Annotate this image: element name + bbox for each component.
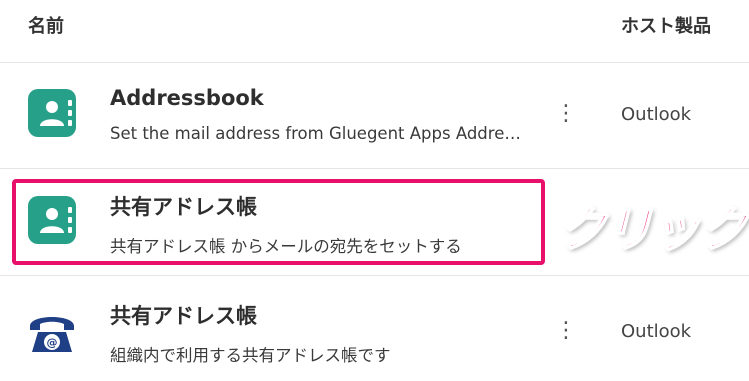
addin-title: 共有アドレス帳 (110, 304, 257, 328)
click-annotation-label: クリック (557, 201, 748, 259)
addressbook-icon (26, 87, 78, 139)
host-product: Outlook (621, 104, 692, 125)
more-options-icon[interactable]: ⋮ (555, 317, 577, 345)
highlight-box (12, 179, 545, 265)
telephone-icon: @ (26, 306, 78, 358)
addin-title: Addressbook (110, 86, 264, 110)
more-options-icon[interactable]: ⋮ (555, 100, 577, 128)
addin-list-page: 名前 ホスト製品 Addressbook Set the mail addres… (0, 0, 749, 381)
table-header: 名前 ホスト製品 (0, 0, 749, 63)
addin-description: 組織内で利用する共有アドレス帳です (110, 346, 391, 365)
table-row[interactable]: Addressbook Set the mail address from Gl… (0, 62, 749, 169)
table-row[interactable]: @ 共有アドレス帳 組織内で利用する共有アドレス帳です ⋮ Outlook (0, 276, 749, 381)
column-header-host: ホスト製品 (621, 16, 711, 37)
addin-description: Set the mail address from Gluegent Apps … (110, 124, 521, 143)
svg-text:@: @ (47, 336, 58, 349)
host-product: Outlook (621, 321, 692, 342)
column-header-name: 名前 (28, 16, 64, 37)
